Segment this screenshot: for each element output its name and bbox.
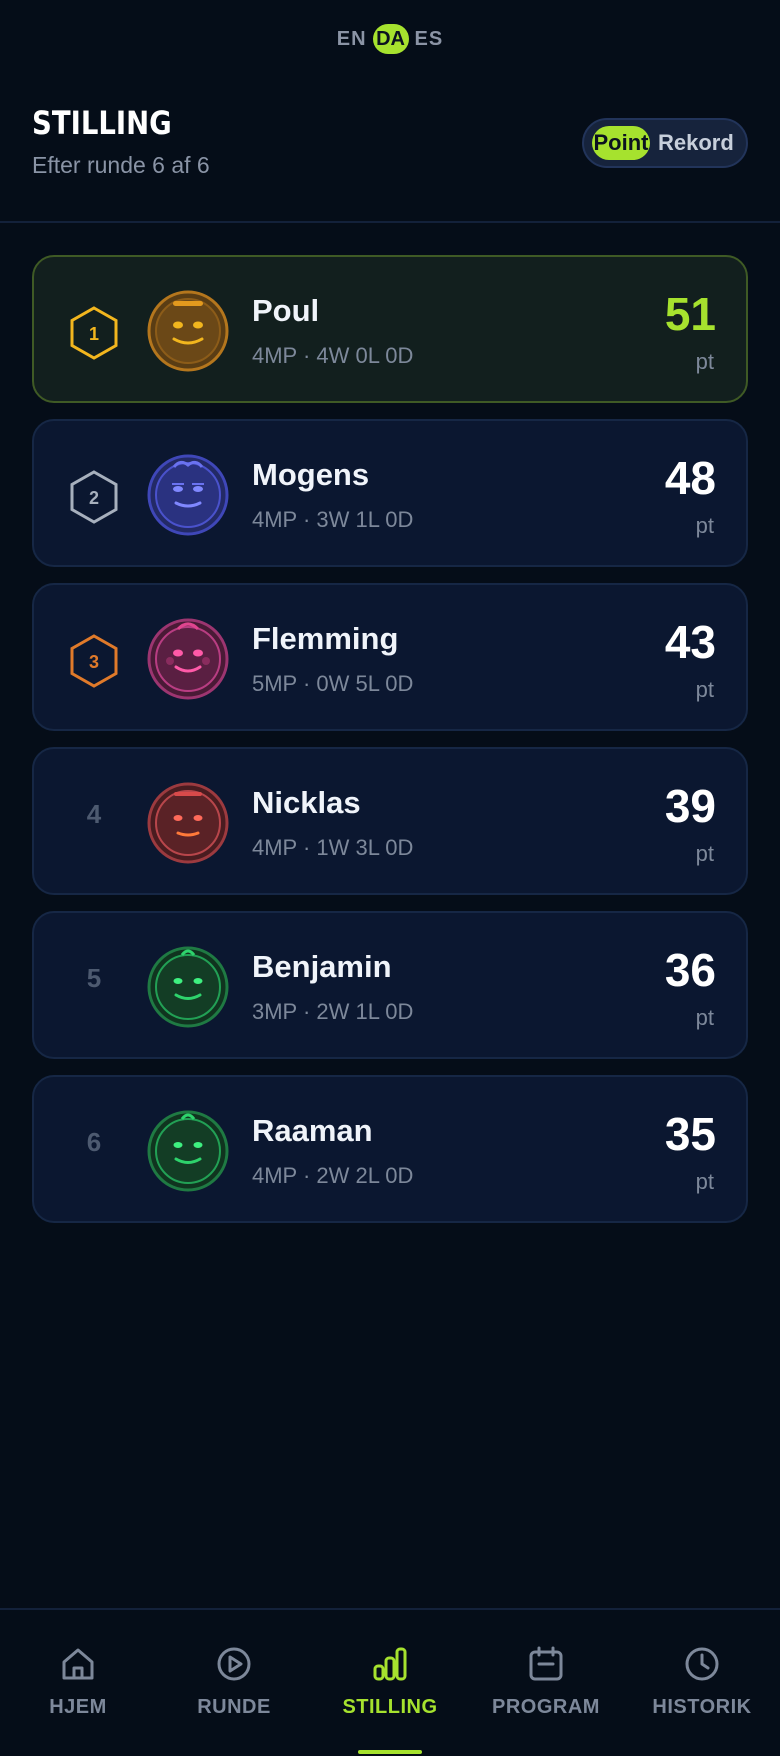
active-tab-indicator	[358, 1750, 422, 1754]
avatar-face-icon	[147, 290, 229, 372]
player-name: Flemming	[252, 621, 399, 656]
sort-toggle[interactable]: Point Rekord	[582, 118, 748, 168]
rank-number: 2	[89, 488, 99, 508]
player-score: 39	[664, 780, 716, 832]
standing-card[interactable]: 1 Poul 4MP · 4W 0L 0D 51 pt	[32, 255, 748, 403]
nav-label: HJEM	[49, 1696, 107, 1718]
player-score: 35	[664, 1108, 716, 1160]
nav-label: STILLING	[342, 1696, 438, 1718]
avatar-face-icon	[147, 946, 229, 1028]
standings-list: 1 Poul 4MP · 4W 0L 0D 51 pt 2 Mogens 4MP…	[32, 255, 748, 1239]
avatar-face-icon	[147, 454, 229, 536]
player-stats: 4MP · 1W 3L 0D	[252, 835, 414, 860]
nav-label: RUNDE	[197, 1696, 271, 1718]
play-circle-icon	[217, 1647, 251, 1681]
standing-card[interactable]: 6 Raaman 4MP · 2W 2L 0D 35 pt	[32, 1075, 748, 1223]
rank-number: 4	[86, 799, 102, 829]
player-stats: 4MP · 4W 0L 0D	[252, 343, 414, 368]
nav-hjem[interactable]: HJEM	[0, 1610, 156, 1756]
player-stats: 3MP · 2W 1L 0D	[252, 999, 414, 1024]
standing-card[interactable]: 2 Mogens 4MP · 3W 1L 0D 48 pt	[32, 419, 748, 567]
toggle-rekord[interactable]: Rekord	[658, 130, 734, 156]
home-icon	[62, 1648, 94, 1680]
score-unit: pt	[695, 1169, 714, 1194]
gold-rank-hex-icon: 1	[70, 306, 118, 360]
nav-program[interactable]: PROGRAM	[468, 1610, 624, 1756]
player-score: 43	[664, 616, 716, 668]
nav-runde[interactable]: RUNDE	[156, 1610, 312, 1756]
standing-card[interactable]: 5 Benjamin 3MP · 2W 1L 0D 36 pt	[32, 911, 748, 1059]
score-unit: pt	[695, 513, 714, 538]
bottom-nav: HJEM RUNDE STILLING PROGRAM HISTORIK	[0, 1608, 780, 1756]
silver-rank-hex-icon: 2	[70, 470, 118, 524]
toggle-point[interactable]: Point	[592, 126, 650, 160]
nav-label: PROGRAM	[492, 1696, 600, 1718]
header-divider	[0, 221, 780, 223]
bar-chart-icon	[373, 1647, 407, 1681]
rank-number: 3	[89, 652, 99, 672]
score-unit: pt	[695, 1005, 714, 1030]
player-name: Raaman	[252, 1113, 373, 1148]
player-stats: 4MP · 3W 1L 0D	[252, 507, 414, 532]
avatar-face-icon	[147, 1110, 229, 1192]
score-unit: pt	[695, 349, 714, 374]
player-score: 48	[664, 452, 716, 504]
language-switcher: EN DA ES	[0, 24, 780, 54]
standing-card[interactable]: 4 Nicklas 4MP · 1W 3L 0D 39 pt	[32, 747, 748, 895]
player-score: 51	[664, 288, 716, 340]
nav-stilling[interactable]: STILLING	[312, 1610, 468, 1756]
rank-number: 5	[86, 963, 102, 993]
clock-icon	[685, 1647, 719, 1681]
standing-card[interactable]: 3 Flemming 5MP · 0W 5L 0D 43 pt	[32, 583, 748, 731]
player-stats: 4MP · 2W 2L 0D	[252, 1163, 414, 1188]
score-unit: pt	[695, 677, 714, 702]
lang-en[interactable]: EN	[335, 28, 369, 51]
nav-label: HISTORIK	[652, 1696, 752, 1718]
lang-da[interactable]: DA	[372, 24, 409, 54]
player-name: Nicklas	[252, 785, 361, 820]
avatar-face-icon	[147, 782, 229, 864]
avatar-face-icon	[147, 618, 229, 700]
calendar-icon	[529, 1646, 563, 1681]
player-name: Mogens	[252, 457, 370, 492]
nav-historik[interactable]: HISTORIK	[624, 1610, 780, 1756]
player-stats: 5MP · 0W 5L 0D	[252, 671, 414, 696]
bronze-rank-hex-icon: 3	[70, 634, 118, 688]
player-name: Benjamin	[252, 949, 392, 984]
lang-es[interactable]: ES	[413, 28, 446, 51]
rank-number: 1	[89, 324, 99, 344]
score-unit: pt	[695, 841, 714, 866]
page-title: STILLING	[32, 104, 172, 142]
player-name: Poul	[252, 293, 320, 328]
page-header: STILLING Efter runde 6 af 6 Point Rekord	[32, 104, 748, 188]
player-score: 36	[664, 944, 716, 996]
rank-number: 6	[86, 1127, 102, 1157]
